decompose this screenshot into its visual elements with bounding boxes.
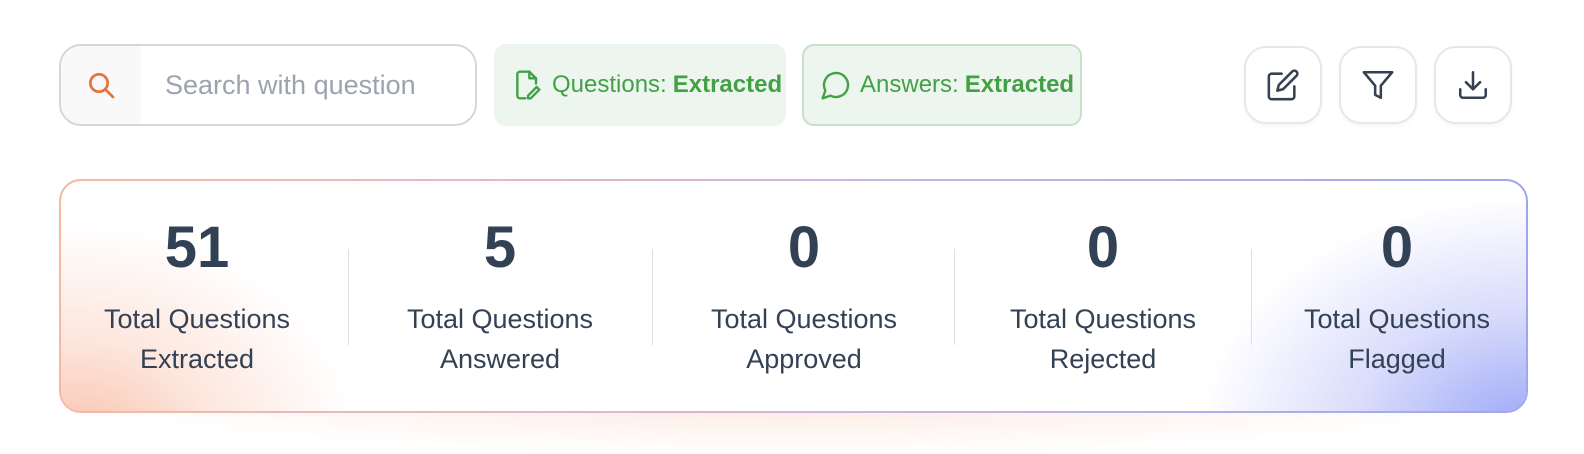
answers-status-badge: Answers: Extracted bbox=[802, 44, 1082, 126]
stat-label-line2: Extracted bbox=[139, 344, 255, 374]
search-box[interactable] bbox=[59, 44, 477, 126]
stat-label-line2: Rejected bbox=[1049, 344, 1157, 374]
stat-label-line2: Approved bbox=[746, 344, 862, 374]
edit-icon bbox=[1267, 69, 1299, 101]
chat-bubble-icon bbox=[820, 69, 852, 101]
edit-button[interactable] bbox=[1244, 46, 1322, 124]
answers-status-label: Answers: bbox=[860, 71, 959, 98]
stats-card: 51 Total Questions Extracted 5 Total Que… bbox=[59, 179, 1528, 413]
stat-answered: 5 Total Questions Answered bbox=[370, 181, 630, 411]
search-icon bbox=[61, 46, 141, 124]
stat-label: Total Questions Rejected bbox=[973, 299, 1233, 379]
questions-status-value: Extracted bbox=[672, 71, 783, 98]
stat-value: 5 bbox=[483, 215, 517, 280]
stat-label-line1: Total Questions bbox=[103, 304, 291, 334]
document-edit-icon bbox=[512, 69, 544, 101]
questions-status-badge: Questions: Extracted bbox=[494, 44, 786, 126]
stat-label-line2: Answered bbox=[439, 344, 561, 374]
stat-label: Total Questions Approved bbox=[674, 299, 934, 379]
stat-label-line1: Total Questions bbox=[406, 304, 594, 334]
filter-button[interactable] bbox=[1339, 46, 1417, 124]
stat-label: Total Questions Extracted bbox=[67, 299, 327, 379]
stat-label-line2: Flagged bbox=[1348, 344, 1446, 374]
stat-divider bbox=[652, 249, 653, 345]
stat-approved: 0 Total Questions Approved bbox=[674, 181, 934, 411]
stat-value: 0 bbox=[1380, 215, 1414, 280]
stat-divider bbox=[954, 249, 955, 345]
search-input[interactable] bbox=[141, 46, 475, 124]
stat-label-line1: Total Questions bbox=[1009, 304, 1197, 334]
stat-label: Total Questions Flagged bbox=[1267, 299, 1526, 379]
stat-divider bbox=[348, 249, 349, 345]
questions-status-label: Questions: bbox=[552, 71, 667, 98]
stat-extracted: 51 Total Questions Extracted bbox=[67, 181, 327, 411]
stat-label: Total Questions Answered bbox=[370, 299, 630, 379]
stat-divider bbox=[1251, 249, 1252, 345]
stat-label-line1: Total Questions bbox=[1303, 304, 1491, 334]
answers-status-value: Extracted bbox=[964, 71, 1075, 98]
stat-value: 0 bbox=[787, 215, 821, 280]
filter-icon bbox=[1362, 70, 1394, 100]
stat-value: 51 bbox=[164, 215, 230, 280]
download-button[interactable] bbox=[1434, 46, 1512, 124]
stat-label-line1: Total Questions bbox=[710, 304, 898, 334]
stat-value: 0 bbox=[1086, 215, 1120, 280]
stat-flagged: 0 Total Questions Flagged bbox=[1267, 181, 1526, 411]
download-icon bbox=[1458, 70, 1488, 100]
questions-dashboard: Questions: Extracted Answers: Extracted bbox=[0, 0, 1584, 454]
stat-rejected: 0 Total Questions Rejected bbox=[973, 181, 1233, 411]
